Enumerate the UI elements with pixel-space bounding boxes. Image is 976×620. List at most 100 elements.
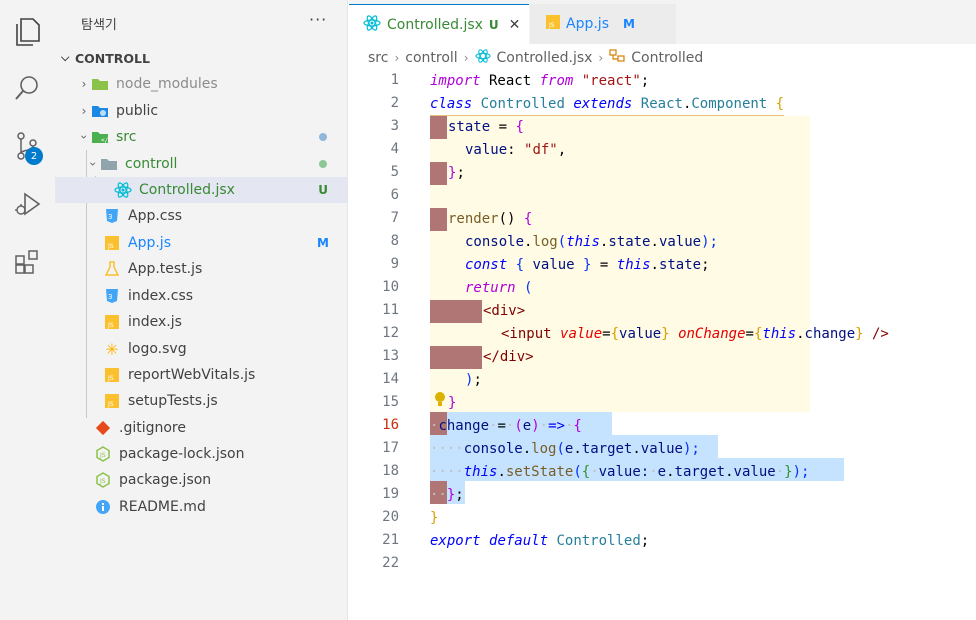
- code-token: .: [573, 441, 582, 457]
- svg-text:</>: </>: [101, 137, 109, 144]
- extensions-icon[interactable]: [9, 244, 45, 280]
- code-token: {: [573, 418, 582, 434]
- code-token: =>: [548, 418, 565, 434]
- tree-item-public[interactable]: › public: [55, 98, 347, 124]
- breadcrumb-item[interactable]: src: [368, 50, 388, 66]
- git-decoration: M: [622, 17, 635, 31]
- code-token: <input: [501, 326, 552, 342]
- tree-item-app-test-js[interactable]: App.test.js: [55, 256, 347, 282]
- tree-item-readme[interactable]: README.md: [55, 494, 347, 520]
- tab-label: App.js: [566, 16, 609, 32]
- breadcrumb-item[interactable]: Controlled.jsx: [497, 50, 593, 66]
- react-icon: [114, 182, 132, 198]
- lightbulb-icon[interactable]: [433, 391, 447, 409]
- breadcrumb-item[interactable]: Controlled: [631, 50, 703, 66]
- code-token: ·: [539, 418, 549, 434]
- code-token: =: [745, 326, 754, 342]
- code-token: console: [463, 441, 523, 457]
- error-indent-marker: [430, 116, 447, 139]
- explorer-icon[interactable]: [9, 14, 45, 50]
- error-indent-marker: [430, 208, 447, 231]
- tab-app-js[interactable]: JS App.js M: [530, 4, 676, 44]
- code-line: ··};: [430, 484, 464, 507]
- workspace-section-header[interactable]: ⌵ CONTROLL: [55, 45, 347, 71]
- chevron-down-icon: ›: [86, 161, 100, 167]
- test-flask-icon: [103, 261, 121, 277]
- code-token: change: [804, 326, 856, 342]
- code-token: const: [465, 257, 508, 273]
- code-token: ): [531, 418, 540, 434]
- code-line: value: "df",: [465, 139, 566, 162]
- svg-text:3: 3: [108, 293, 112, 301]
- svg-text:JS: JS: [99, 478, 106, 485]
- more-actions-icon[interactable]: ···: [309, 10, 327, 29]
- tree-item-controlled-jsx[interactable]: Controlled.jsx U: [55, 177, 347, 203]
- code-token: .: [522, 441, 532, 457]
- tree-item-app-js[interactable]: JS App.js M: [55, 230, 347, 256]
- code-token: {: [775, 96, 785, 112]
- code-token: state: [658, 257, 702, 273]
- run-debug-icon[interactable]: [9, 186, 45, 222]
- search-icon[interactable]: [9, 70, 45, 106]
- git-icon: [94, 420, 112, 436]
- code-line: <div>: [483, 300, 525, 323]
- line-number-active: 16: [382, 417, 399, 433]
- code-token: ;: [473, 372, 482, 388]
- tree-item-src[interactable]: › </> src: [55, 124, 347, 150]
- js-icon: JS: [546, 15, 560, 33]
- react-icon: [363, 14, 381, 35]
- code-token: ····: [430, 441, 464, 457]
- code-token: .: [650, 257, 659, 273]
- git-decoration: U: [318, 183, 328, 197]
- close-icon[interactable]: ✕: [509, 17, 521, 33]
- code-token: e: [522, 418, 532, 434]
- code-line: </div>: [483, 346, 534, 369]
- tree-item-node-modules[interactable]: › node_modules: [55, 71, 347, 97]
- nodejs-icon: JS: [94, 472, 112, 488]
- code-token: this: [762, 326, 797, 342]
- tree-item-logo-svg[interactable]: ✳ logo.svg: [55, 336, 347, 362]
- tab-controlled-jsx[interactable]: Controlled.jsx U ✕: [349, 4, 529, 44]
- code-editor[interactable]: 1 2 3 4 5 6 7 8 9 10 11 12 13 14 15 16 1…: [349, 70, 976, 620]
- code-token: onChange: [678, 326, 746, 342]
- code-token: }: [661, 326, 670, 342]
- svg-text:3: 3: [108, 213, 112, 221]
- code-line: console.log(this.state.value);: [465, 231, 718, 254]
- tree-item-package-json[interactable]: JS package.json: [55, 467, 347, 493]
- tree-item-controll[interactable]: › controll: [55, 151, 347, 177]
- tree-item-gitignore[interactable]: .gitignore: [55, 415, 347, 441]
- code-token: }: [448, 395, 457, 411]
- code-line: import React from "react";: [430, 70, 649, 93]
- tree-item-index-css[interactable]: 3 index.css: [55, 283, 347, 309]
- code-token: value: [524, 257, 584, 273]
- tree-item-label: index.js: [128, 314, 182, 330]
- code-token: ;: [640, 73, 650, 89]
- svg-file-icon: ✳: [105, 339, 119, 359]
- folder-src-icon: </>: [91, 129, 109, 145]
- workspace-name: CONTROLL: [75, 50, 150, 66]
- code-token: (: [573, 464, 582, 480]
- code-token: {: [610, 326, 620, 342]
- folder-public-icon: [91, 103, 109, 119]
- line-number: 14: [382, 371, 399, 387]
- code-token: .: [632, 441, 641, 457]
- breadcrumb: src › controll › Controlled.jsx › Contro…: [349, 46, 976, 70]
- code-token: <div>: [483, 303, 526, 319]
- tree-item-report-web-vitals[interactable]: JS reportWebVitals.js: [55, 362, 347, 388]
- line-number: 3: [390, 118, 399, 134]
- breadcrumb-item[interactable]: controll: [405, 50, 457, 66]
- tree-item-app-css[interactable]: 3 App.css: [55, 203, 347, 229]
- status-dot: [319, 133, 327, 141]
- code-token: .: [796, 326, 805, 342]
- chevron-right-icon: ›: [463, 51, 469, 65]
- tree-item-package-lock[interactable]: JS package-lock.json: [55, 441, 347, 467]
- tree-item-index-js[interactable]: JS index.js: [55, 309, 347, 335]
- code-token: ·: [775, 464, 785, 480]
- tree-item-setup-tests[interactable]: JS setupTests.js: [55, 388, 347, 414]
- tree-item-label: App.css: [128, 208, 183, 224]
- css-icon: 3: [103, 208, 121, 224]
- tree-item-label: reportWebVitals.js: [128, 367, 256, 383]
- line-number: 2: [390, 95, 399, 111]
